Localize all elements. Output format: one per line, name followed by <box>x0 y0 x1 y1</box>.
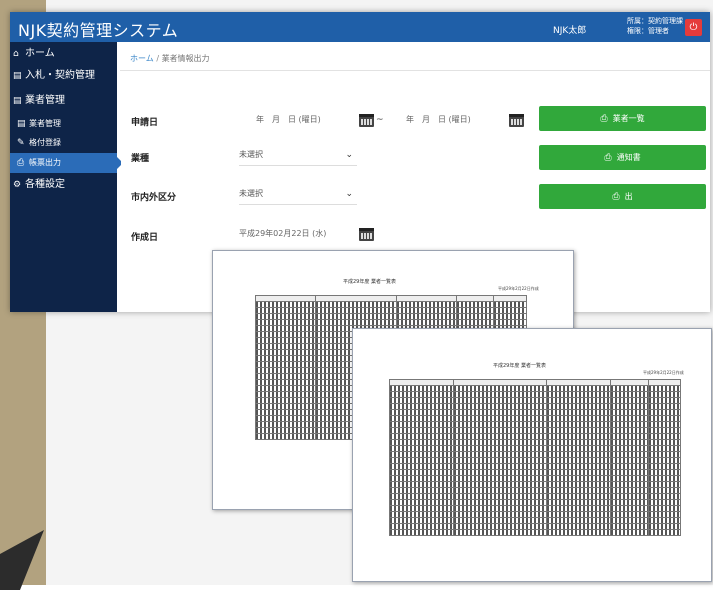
industry-value: 未選択 <box>239 150 263 159</box>
calendar-icon[interactable] <box>359 114 374 127</box>
industry-select[interactable]: 未選択 ⌄ <box>239 145 357 166</box>
application-date-label: 申請日 <box>131 118 159 128</box>
sidebar-item-report[interactable]: ⎙ 帳票出力 <box>10 153 123 173</box>
print-icon: ⎙ <box>612 192 620 202</box>
list-icon: ▤ <box>13 96 22 106</box>
logout-button[interactable]: ⏻ <box>685 19 702 36</box>
breadcrumb-home[interactable]: ホーム <box>130 54 154 63</box>
print-icon: ⎙ <box>600 114 608 124</box>
sidebar-item-label: 業者管理 <box>25 95 65 106</box>
sidebar-item-rating[interactable]: ✎ 格付登録 <box>14 133 121 153</box>
pen-icon: ✎ <box>17 138 25 148</box>
report-title: 平成29年度 業者一覧表 <box>343 279 396 285</box>
area-label: 市内外区分 <box>131 193 177 203</box>
report-table <box>388 379 682 536</box>
table-cell <box>647 529 682 536</box>
print-icon: ⎙ <box>17 158 25 168</box>
report-meta: 平成29年2月22日作成 <box>498 286 539 291</box>
user-info: 所属：契約管理課 権限：管理者 <box>627 16 683 36</box>
output-button[interactable]: ⎙ 出 <box>539 184 706 209</box>
sidebar-item-settings[interactable]: ⚙ 各種設定 <box>10 175 117 195</box>
created-date-field[interactable]: 平成29年02月22日 (水) <box>239 224 357 244</box>
vendor-list-button[interactable]: ⎙ 業者一覧 <box>539 106 706 131</box>
list-icon: ▤ <box>17 119 26 129</box>
sidebar-item-bid-contract[interactable]: ▤ 入札・契約管理 <box>10 66 117 86</box>
table-cell <box>388 529 455 536</box>
year-part: 年 <box>256 115 264 124</box>
application-date-from[interactable]: 年月日 (曜日) <box>256 110 356 130</box>
application-date-to[interactable]: 年月日 (曜日) <box>406 110 506 130</box>
table-row <box>388 529 682 536</box>
year-part: 年 <box>406 115 414 124</box>
created-date-label: 作成日 <box>131 233 159 243</box>
print-icon: ⎙ <box>604 153 612 163</box>
divider <box>120 70 710 71</box>
breadcrumb-current: 業者情報出力 <box>161 54 210 63</box>
sidebar-item-vendor-group[interactable]: ▤ 業者管理 <box>10 91 117 111</box>
day-part: 日 (曜日) <box>438 115 471 124</box>
user-dept: 所属：契約管理課 <box>627 17 683 25</box>
button-label: 業者一覧 <box>612 114 645 123</box>
sidebar-item-label: 格付登録 <box>29 138 61 147</box>
user-name[interactable]: NJK太郎 <box>553 23 586 36</box>
button-label: 出 <box>624 192 633 201</box>
day-part: 日 (曜日) <box>288 115 321 124</box>
breadcrumb: ホーム / 業者情報出力 <box>130 53 210 64</box>
sidebar-item-label: 帳票出力 <box>29 158 61 167</box>
table-cell <box>255 433 316 440</box>
form-panel: 申請日 年月日 (曜日) ~ 年月日 (曜日) 業種 未選択 ⌄ 市内外区分 未… <box>121 90 710 260</box>
industry-label: 業種 <box>131 154 150 164</box>
table-cell <box>546 529 612 536</box>
chevron-down-icon: ⌄ <box>345 150 353 160</box>
month-part: 月 <box>272 115 280 124</box>
chevron-down-icon: ⌄ <box>345 189 353 199</box>
table-cell <box>610 529 649 536</box>
list-icon: ▤ <box>13 71 22 81</box>
breadcrumb-separator: / <box>156 54 160 63</box>
home-icon: ⌂ <box>13 49 19 59</box>
range-separator: ~ <box>376 115 384 125</box>
report-preview-front: 平成29年度 業者一覧表 平成29年2月22日作成 <box>352 328 712 582</box>
sidebar-item-vendor-manage[interactable]: ▤ 業者管理 <box>14 114 121 134</box>
sidebar-item-label: ホーム <box>25 48 55 59</box>
calendar-icon[interactable] <box>359 228 374 241</box>
notice-button[interactable]: ⎙ 通知書 <box>539 145 706 170</box>
sidebar-item-home[interactable]: ⌂ ホーム <box>10 44 117 64</box>
sidebar-item-label: 業者管理 <box>29 119 61 128</box>
sidebar-item-label: 入札・契約管理 <box>25 70 95 81</box>
area-value: 未選択 <box>239 189 263 198</box>
month-part: 月 <box>422 115 430 124</box>
table-cell <box>453 529 548 536</box>
app-title: NJK契約管理システム <box>18 21 179 40</box>
report-meta: 平成29年2月22日作成 <box>643 370 684 375</box>
power-icon: ⏻ <box>689 22 698 33</box>
area-select[interactable]: 未選択 ⌄ <box>239 184 357 205</box>
sidebar-item-label: 各種設定 <box>25 179 65 190</box>
calendar-icon[interactable] <box>509 114 524 127</box>
top-bar: NJK契約管理システム NJK太郎 所属：契約管理課 権限：管理者 ⏻ <box>10 12 710 42</box>
user-role: 権限：管理者 <box>627 27 669 35</box>
report-title: 平成29年度 業者一覧表 <box>493 363 546 369</box>
gear-icon: ⚙ <box>13 180 22 190</box>
sidebar: ⌂ ホーム ▤ 入札・契約管理 ▤ 業者管理 ▤ 業者管理 ✎ 格付登録 ⎙ 帳票出力 ⚙ 各… <box>10 42 123 312</box>
button-label: 通知書 <box>616 153 641 162</box>
